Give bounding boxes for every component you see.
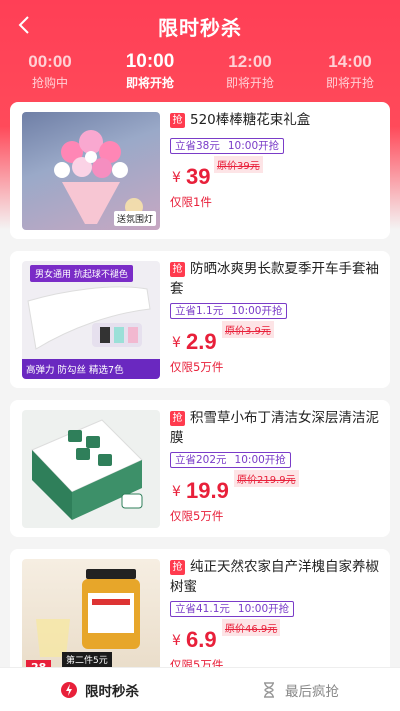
original-price-text: 原价39元: [217, 161, 260, 172]
save-amount: 立省1.1元: [175, 305, 224, 317]
grab-badge: 抢: [170, 411, 185, 426]
tab-session-1200[interactable]: 12:00 即将开抢: [200, 52, 300, 92]
currency-symbol: ¥: [172, 633, 181, 649]
product-info: 抢防晒冰爽男长款夏季开车手套袖套 立省1.1元 10:00开抢 ¥ 2.9 原价3…: [170, 259, 380, 375]
grab-badge: 抢: [170, 262, 185, 277]
original-price-text: 原价46.9元: [225, 624, 278, 635]
product-card[interactable]: 抢积雪草小布丁清洁女深层清洁泥膜 立省202元 10:00开抢 ¥ 19.9 原价…: [10, 400, 390, 537]
product-info: 抢积雪草小布丁清洁女深层清洁泥膜 立省202元 10:00开抢 ¥ 19.9 原价…: [170, 408, 380, 524]
product-list: 送氛围灯 抢 520棒棒糖花束礼盒 立省38元 10:00开抢 ¥ 39 原价39元…: [10, 102, 390, 698]
product-card[interactable]: 男女通用 抗起球不褪色 高弹力 防勾丝 精选7色 抢防晒冰爽男长款夏季开车手套袖…: [10, 251, 390, 388]
save-amount: 立省202元: [175, 454, 227, 466]
thumb-bottom-banner: 高弹力 防勾丝 精选7色: [22, 359, 160, 379]
tab-time: 00:00: [28, 52, 72, 71]
product-card[interactable]: 送氛围灯 抢 520棒棒糖花束礼盒 立省38元 10:00开抢 ¥ 39 原价39元…: [10, 102, 390, 239]
save-tag: 立省38元 10:00开抢: [170, 138, 285, 154]
product-title: 积雪草小布丁清洁女深层清洁泥膜: [170, 410, 379, 446]
nav-label: 限时秒杀: [85, 683, 139, 700]
thumb-caption: 送氛围灯: [113, 211, 156, 226]
product-image-sleeves: 男女通用 抗起球不褪色 高弹力 防勾丝 精选7色: [22, 261, 160, 379]
save-tag: 立省202元 10:00开抢: [170, 452, 291, 468]
mask-box-illustration: [31, 419, 143, 520]
start-time: 10:00开抢: [231, 305, 283, 317]
grab-badge: 抢: [170, 113, 185, 128]
price-row: ¥ 39 原价39元: [170, 156, 380, 192]
original-price: 原价3.9元: [222, 321, 274, 338]
start-time: 10:00开抢: [227, 140, 280, 152]
thumb-top-banner: 男女通用 抗起球不褪色: [30, 265, 133, 282]
product-image-mask: [22, 410, 160, 528]
sale-price: 39: [186, 164, 211, 189]
hourglass-icon: [264, 681, 274, 698]
tab-status: 即将开抢: [125, 76, 174, 90]
flash-icon: [61, 681, 77, 698]
product-name: 抢积雪草小布丁清洁女深层清洁泥膜: [170, 408, 380, 448]
price-row: ¥ 6.9 原价46.9元: [170, 619, 380, 655]
limit-text: 仅限5万件: [170, 360, 224, 374]
original-price-text: 原价219.9元: [237, 475, 296, 486]
product-info: 抢 520棒棒糖花束礼盒 立省38元 10:00开抢 ¥ 39 原价39元 仅限1件: [170, 110, 380, 210]
bottom-nav: 限时秒杀 最后疯抢: [0, 667, 400, 711]
price-row: ¥ 2.9 原价3.9元: [170, 321, 380, 357]
product-info: 抢纯正天然农家自产洋槐自家养椒树蜜 立省41.1元 10:00开抢 ¥ 6.9 原…: [170, 557, 380, 673]
tab-session-1000[interactable]: 10:00 即将开抢: [100, 52, 200, 92]
tab-status: 即将开抢: [325, 76, 374, 90]
sale-price: 6.9: [186, 627, 217, 652]
start-time: 10:00开抢: [237, 603, 290, 615]
original-price: 原价46.9元: [222, 619, 281, 636]
save-tag: 立省1.1元 10:00开抢: [170, 303, 288, 319]
original-price: 原价39元: [214, 156, 263, 173]
original-price: 原价219.9元: [234, 470, 299, 487]
product-image-bouquet: 送氛围灯: [22, 112, 160, 230]
top-bar: 限时秒杀: [0, 0, 400, 50]
currency-symbol: ¥: [172, 335, 181, 351]
page-title: 限时秒杀: [158, 16, 242, 40]
currency-symbol: ¥: [172, 170, 181, 186]
save-amount: 立省38元: [175, 140, 220, 152]
currency-symbol: ¥: [172, 484, 181, 500]
save-amount: 立省41.1元: [175, 603, 230, 615]
session-tabs: 00:00 抢购中 10:00 即将开抢 12:00 即将开抢 14:00 即将…: [0, 52, 400, 92]
price-row: ¥ 19.9 原价219.9元: [170, 470, 380, 506]
product-title: 防晒冰爽男长款夏季开车手套袖套: [170, 261, 379, 297]
tab-time: 10:00: [125, 51, 175, 72]
tab-status: 抢购中: [31, 76, 68, 90]
nav-label: 最后疯抢: [285, 683, 339, 700]
sale-price: 19.9: [186, 478, 229, 503]
limit-text: 仅限5万件: [170, 509, 224, 523]
save-tag: 立省41.1元 10:00开抢: [170, 601, 295, 617]
tab-status: 即将开抢: [225, 76, 274, 90]
product-name: 抢纯正天然农家自产洋槐自家养椒树蜜: [170, 557, 380, 597]
nav-last-rush[interactable]: 最后疯抢: [200, 668, 400, 711]
original-price-text: 原价3.9元: [225, 326, 271, 337]
product-card[interactable]: 第二件5元 28 抢纯正天然农家自产洋槐自家养椒树蜜 立省41.1元 10:00开…: [10, 549, 390, 686]
tab-time: 12:00: [228, 52, 272, 71]
nav-flash-sale[interactable]: 限时秒杀: [0, 668, 200, 711]
product-title: 520棒棒糖花束礼盒: [190, 112, 311, 128]
product-name: 抢 520棒棒糖花束礼盒: [170, 110, 380, 130]
limit-text: 仅限1件: [170, 195, 212, 209]
tab-time: 14:00: [328, 52, 372, 71]
product-image-honey: 第二件5元 28: [22, 559, 160, 677]
start-time: 10:00开抢: [234, 454, 286, 466]
thumb-promo-label: 第二件5元: [62, 652, 112, 667]
product-title: 纯正天然农家自产洋槐自家养椒树蜜: [170, 559, 379, 595]
tab-session-0000[interactable]: 00:00 抢购中: [0, 52, 100, 92]
grab-badge: 抢: [170, 560, 185, 575]
product-name: 抢防晒冰爽男长款夏季开车手套袖套: [170, 259, 380, 299]
sale-price: 2.9: [186, 329, 217, 354]
tab-session-1400[interactable]: 14:00 即将开抢: [300, 52, 400, 92]
